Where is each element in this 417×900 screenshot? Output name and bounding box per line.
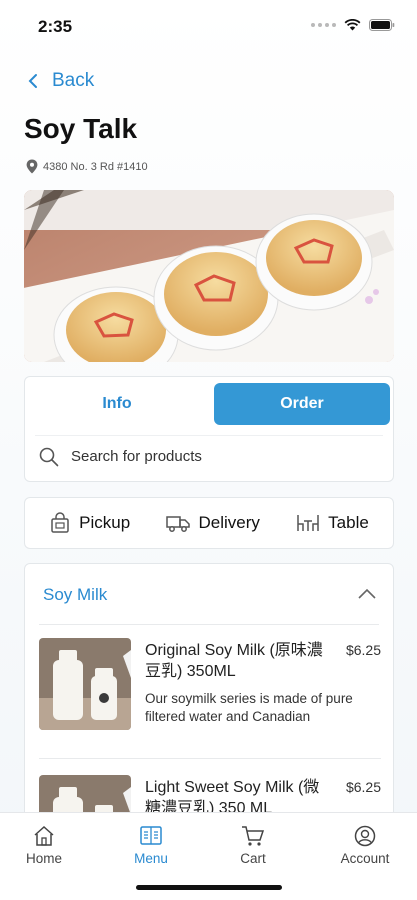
- nav-account-label: Account: [340, 851, 390, 866]
- back-label: Back: [52, 70, 95, 91]
- mode-pickup-label: Pickup: [79, 513, 131, 532]
- account-icon: [354, 825, 376, 847]
- mode-table[interactable]: Table: [296, 513, 369, 533]
- search-placeholder: Search for products: [71, 448, 202, 465]
- dining-table-icon: [297, 515, 319, 531]
- mode-delivery[interactable]: Delivery: [166, 513, 260, 533]
- tab-order[interactable]: Order: [214, 383, 390, 425]
- menu-book-icon: [140, 826, 162, 845]
- section-title: Soy Milk: [43, 585, 108, 604]
- product-price: $6.25: [345, 779, 381, 795]
- cart-icon: [242, 826, 265, 846]
- cellular-signal-icon: [311, 23, 336, 27]
- order-mode-selector: Pickup Delivery Table: [24, 497, 394, 549]
- mode-pickup[interactable]: Pickup: [49, 512, 130, 534]
- mode-table-label: Table: [328, 513, 369, 532]
- tab-info[interactable]: Info: [29, 383, 205, 425]
- chevron-left-icon: [28, 74, 37, 88]
- nav-home[interactable]: Home: [4, 825, 84, 866]
- nav-home-label: Home: [25, 851, 62, 866]
- nav-cart[interactable]: Cart: [213, 825, 293, 866]
- home-icon: [34, 825, 54, 846]
- bottom-navigation: Home Menu Cart Account: [0, 812, 417, 900]
- status-time: 2:35: [38, 17, 73, 36]
- search-input[interactable]: Search for products: [35, 435, 383, 477]
- restaurant-hero-image: [24, 190, 394, 362]
- menu-section: Soy Milk Original Soy Milk (原味濃豆乳) 350ML…: [24, 563, 394, 823]
- address-text: 4380 No. 3 Rd #1410: [43, 160, 148, 173]
- section-header-soy-milk[interactable]: Soy Milk: [25, 564, 393, 624]
- status-icons: [311, 19, 395, 31]
- product-price: $6.25: [345, 642, 381, 658]
- product-image: [39, 638, 131, 730]
- location-pin-icon: [26, 159, 38, 174]
- back-button[interactable]: Back: [28, 70, 94, 92]
- battery-icon: [369, 19, 395, 31]
- home-indicator: [136, 885, 282, 890]
- nav-menu-label: Menu: [134, 851, 168, 866]
- product-name: Original Soy Milk (原味濃豆乳) 350ML: [145, 642, 323, 680]
- shopping-bag-icon: [51, 512, 69, 533]
- mode-delivery-label: Delivery: [198, 513, 260, 532]
- product-item[interactable]: Original Soy Milk (原味濃豆乳) 350ML $6.25 Ou…: [39, 638, 381, 758]
- status-bar: 2:35: [0, 0, 417, 50]
- nav-account[interactable]: Account: [325, 825, 405, 866]
- divider: [39, 624, 379, 625]
- delivery-truck-icon: [166, 516, 191, 532]
- chevron-up-icon: [358, 588, 376, 599]
- wifi-icon: [344, 19, 361, 31]
- page-title: Soy Talk: [24, 113, 138, 144]
- order-panel: Info Order Search for products: [24, 376, 394, 482]
- search-icon: [39, 447, 59, 466]
- nav-cart-label: Cart: [240, 851, 266, 866]
- nav-menu[interactable]: Menu: [111, 825, 191, 866]
- product-description: Our soymilk series is made of pure filte…: [145, 691, 353, 724]
- restaurant-address: 4380 No. 3 Rd #1410: [26, 159, 148, 174]
